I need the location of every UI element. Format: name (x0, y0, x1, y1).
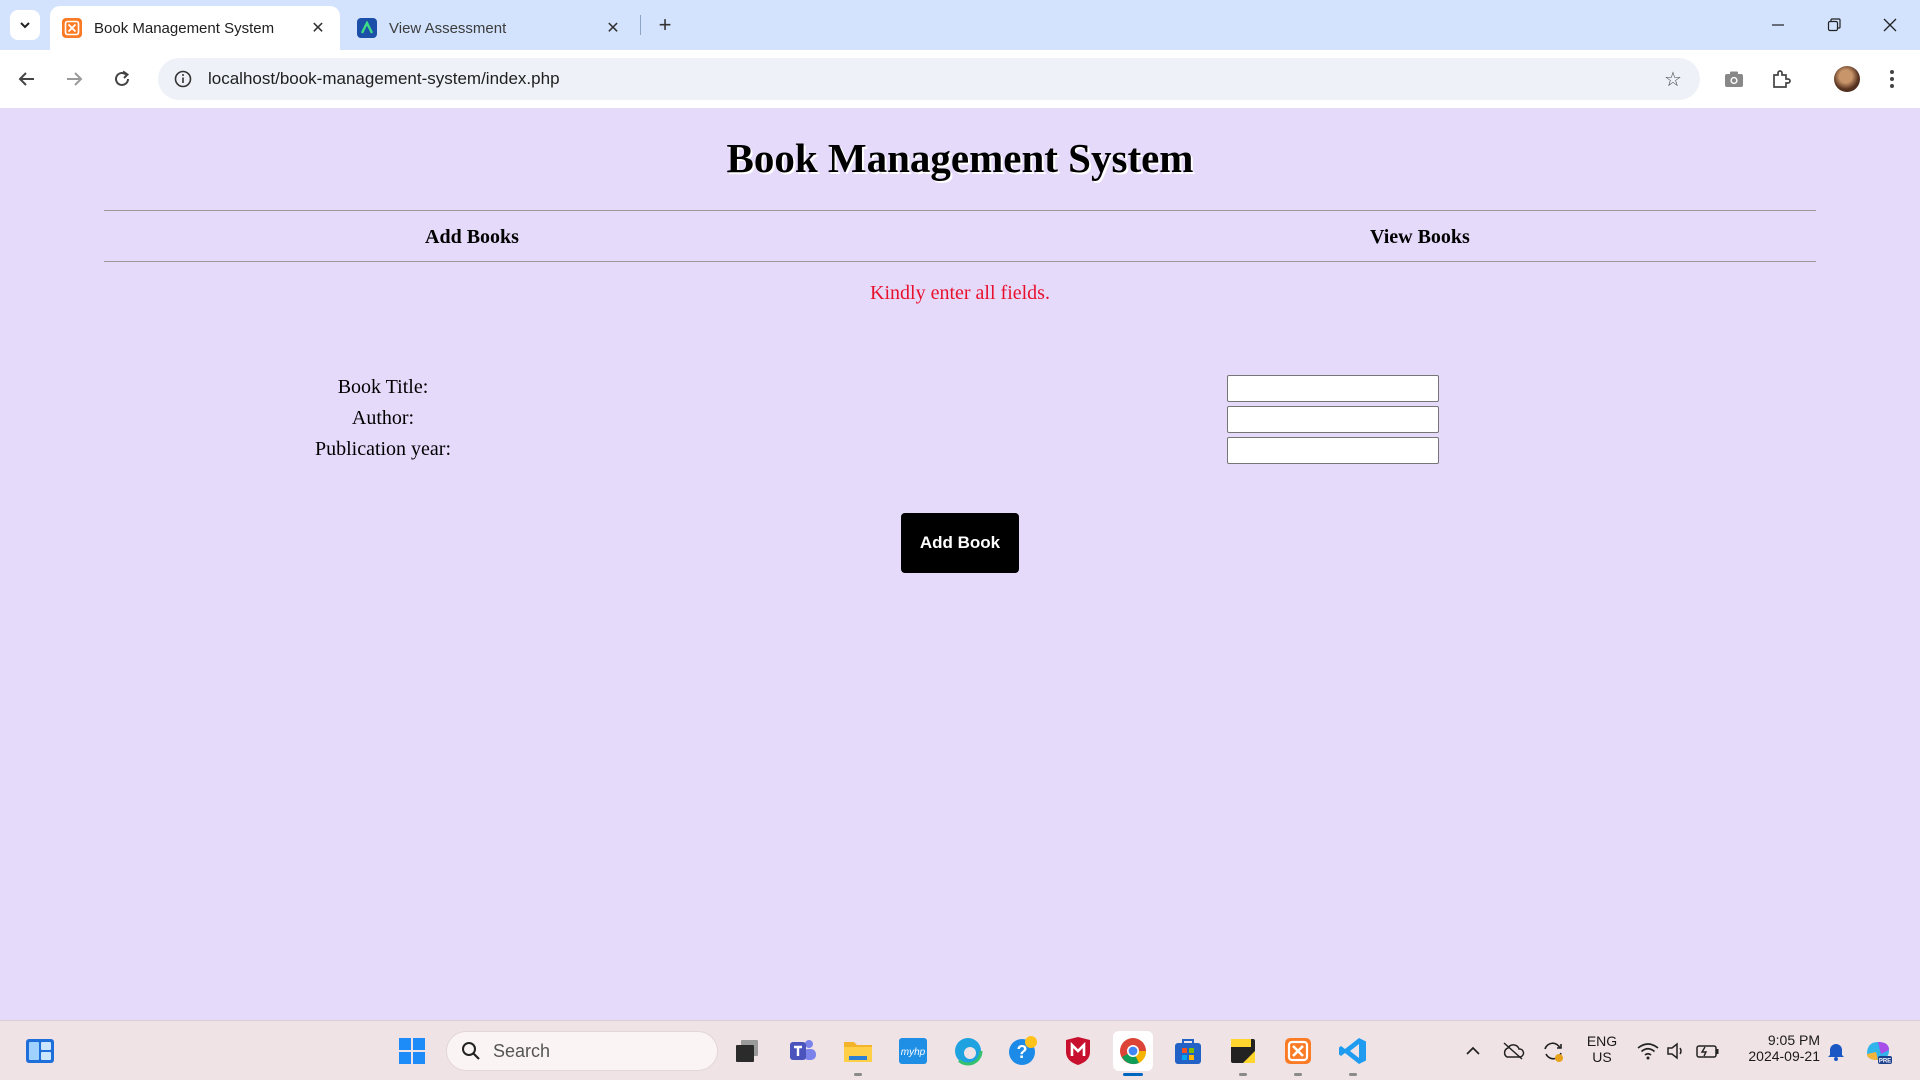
show-hidden-icons-chevron-icon[interactable] (1453, 1031, 1493, 1071)
arrow-left-icon (18, 72, 34, 86)
back-button[interactable] (10, 62, 44, 96)
site-info-icon[interactable] (166, 62, 200, 96)
screenshot-camera-icon[interactable] (1717, 62, 1751, 96)
book-title-input[interactable] (1227, 375, 1439, 402)
windows-start-icon[interactable] (392, 1031, 432, 1071)
more-menu-icon[interactable] (1875, 62, 1909, 96)
xampp-icon (62, 18, 82, 38)
myhp-icon[interactable]: myhp (893, 1031, 933, 1071)
error-message: Kindly enter all fields. (870, 282, 1050, 304)
author-input[interactable] (1227, 406, 1439, 433)
chevron-down-icon (20, 22, 30, 29)
svg-text:myhp: myhp (901, 1047, 926, 1058)
search-placeholder: Search (493, 1040, 551, 1061)
publication-year-input[interactable] (1227, 437, 1439, 464)
new-tab-button[interactable]: + (650, 10, 680, 40)
browser-toolbar: localhost/book-management-system/index.p… (0, 50, 1920, 108)
browser-tab-bar: Book Management System ✕ View Assessment… (0, 0, 1920, 50)
close-window-button[interactable] (1862, 0, 1918, 50)
xampp-taskbar-icon[interactable] (1278, 1031, 1318, 1071)
time-text: 9:05 PM (1767, 1032, 1820, 1048)
language-indicator[interactable]: ENG US (1580, 1033, 1624, 1065)
book-title-label: Book Title: (337, 376, 429, 398)
restore-icon (1827, 18, 1841, 32)
page-body: Book Management System Add Books View Bo… (0, 108, 1920, 1020)
add-books-link[interactable]: Add Books (425, 226, 519, 249)
windows-taskbar: Search myhp ? ENG US 9:05 PM 2024-09-21 … (0, 1020, 1920, 1080)
address-bar[interactable]: localhost/book-management-system/index.p… (158, 58, 1700, 100)
close-tab-icon[interactable]: ✕ (603, 18, 623, 38)
nav-bottom-divider (104, 261, 1816, 262)
running-indicator (1239, 1073, 1247, 1076)
region-text: US (1592, 1049, 1612, 1065)
running-indicator (1294, 1073, 1302, 1076)
language-text: ENG (1586, 1033, 1618, 1049)
copilot-icon[interactable]: PRE (1858, 1031, 1898, 1071)
profile-avatar[interactable] (1834, 66, 1860, 92)
running-indicator (1349, 1073, 1357, 1076)
view-books-link[interactable]: View Books (1370, 226, 1470, 249)
sync-icon[interactable] (1533, 1031, 1573, 1071)
publication-year-label: Publication year: (314, 438, 452, 460)
task-view-icon[interactable] (727, 1031, 767, 1071)
url-text[interactable]: localhost/book-management-system/index.p… (208, 69, 1656, 89)
tab-search-button[interactable] (10, 10, 40, 40)
tab-book-management[interactable]: Book Management System ✕ (50, 6, 340, 50)
close-tab-icon[interactable]: ✕ (308, 18, 328, 38)
minimize-icon (1772, 24, 1784, 26)
clock[interactable]: 9:05 PM 2024-09-21 (1728, 1032, 1820, 1064)
teams-icon[interactable] (783, 1031, 823, 1071)
vscode-icon[interactable] (1333, 1031, 1373, 1071)
running-indicator (854, 1073, 862, 1076)
widgets-icon[interactable] (20, 1031, 60, 1071)
microsoft-store-icon[interactable] (1168, 1031, 1208, 1071)
reload-icon (115, 70, 130, 86)
plus-icon: + (658, 12, 672, 37)
extensions-puzzle-icon[interactable] (1764, 62, 1798, 96)
close-icon (1883, 18, 1897, 32)
tab-title: View Assessment (389, 19, 507, 37)
mcafee-icon[interactable] (1058, 1031, 1098, 1071)
arrow-right-icon (67, 72, 83, 86)
chrome-icon[interactable] (1113, 1031, 1153, 1071)
author-label: Author: (351, 407, 415, 429)
edge-icon[interactable] (948, 1031, 988, 1071)
battery-icon[interactable] (1688, 1031, 1728, 1071)
tab-title: Book Management System (94, 19, 275, 37)
svg-text:PRE: PRE (1879, 1059, 1891, 1065)
file-explorer-icon[interactable] (838, 1031, 878, 1071)
active-indicator (1123, 1073, 1143, 1076)
date-text: 2024-09-21 (1748, 1048, 1820, 1064)
taskbar-search[interactable]: Search (446, 1031, 718, 1071)
sticky-notes-icon[interactable] (1223, 1031, 1263, 1071)
restore-button[interactable] (1806, 0, 1862, 50)
tab-view-assessment[interactable]: View Assessment ✕ (345, 6, 635, 50)
reload-button[interactable] (105, 62, 139, 96)
notification-bell-icon[interactable] (1816, 1031, 1856, 1071)
tab-separator (640, 15, 641, 35)
page-title: Book Management System (726, 135, 1194, 181)
minimize-button[interactable] (1750, 0, 1806, 50)
bookmark-star-icon[interactable]: ☆ (1656, 62, 1690, 96)
add-book-button[interactable]: Add Book (901, 513, 1019, 573)
search-icon (462, 1042, 480, 1060)
help-icon[interactable]: ? (1003, 1031, 1043, 1071)
assessment-icon (357, 18, 377, 38)
forward-button[interactable] (57, 62, 91, 96)
nav-top-divider (104, 210, 1816, 211)
onedrive-offline-icon[interactable] (1493, 1031, 1533, 1071)
